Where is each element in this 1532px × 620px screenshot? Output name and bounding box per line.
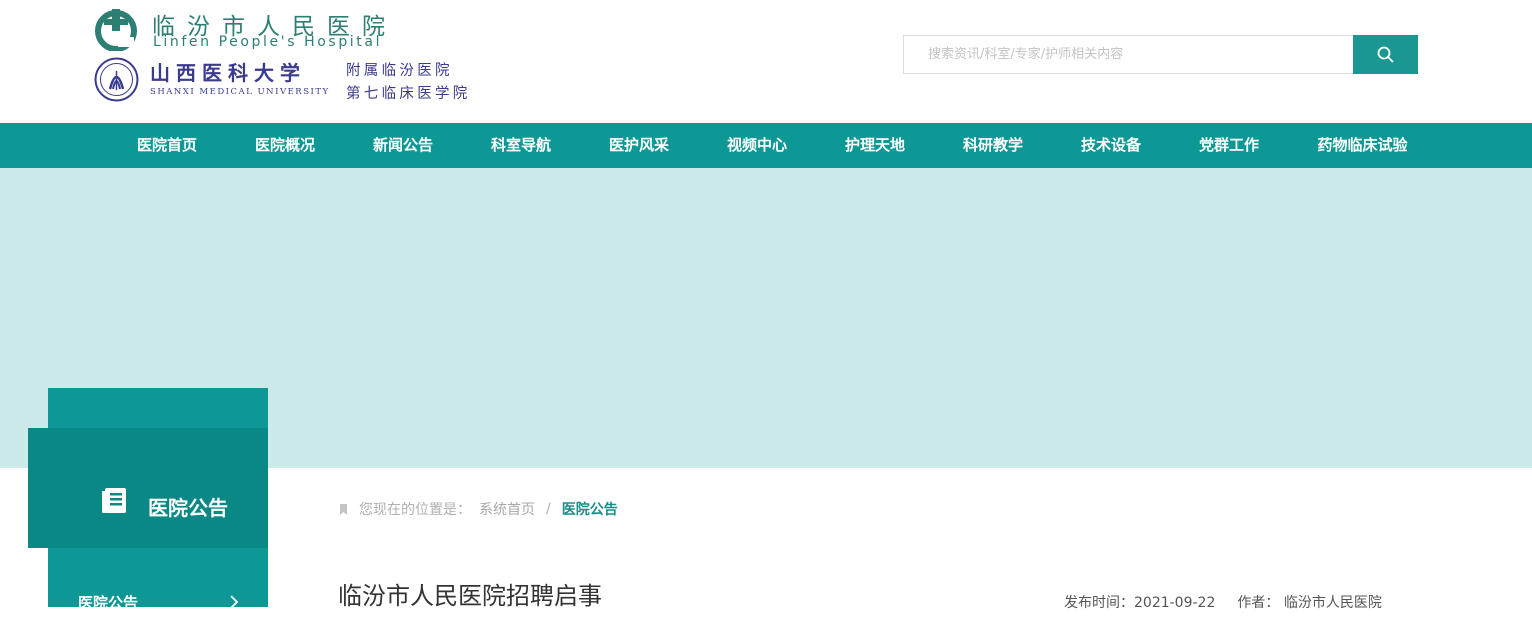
- affiliation-line-1: 附属临汾医院: [346, 63, 453, 79]
- university-seal-icon: [94, 57, 139, 102]
- chevron-right-icon: [230, 595, 239, 609]
- nav-item-news[interactable]: 新闻公告: [343, 123, 463, 168]
- site-logo[interactable]: 临汾市人民医院 Linfen People's Hospital 山西医科大学 …: [92, 5, 502, 102]
- breadcrumb: 您现在的位置是： 系统首页 / 医院公告: [340, 498, 618, 520]
- nav-item-departments[interactable]: 科室导航: [461, 123, 581, 168]
- affiliation-line-2: 第七临床医学院: [346, 86, 471, 102]
- article-title: 临汾市人民医院招聘启事: [338, 582, 602, 610]
- nav-item-home[interactable]: 医院首页: [107, 123, 227, 168]
- nav-item-party[interactable]: 党群工作: [1169, 123, 1289, 168]
- nav-item-video[interactable]: 视频中心: [697, 123, 817, 168]
- search-input[interactable]: [903, 35, 1354, 74]
- document-icon: [102, 488, 126, 513]
- main-nav: 医院首页 医院概况 新闻公告 科室导航 医护风采 视频中心 护理天地 科研教学 …: [0, 123, 1532, 168]
- university-name-en: SHANXI MEDICAL UNIVERSITY: [150, 87, 330, 97]
- sidebar-title-block: 医院公告: [28, 428, 268, 548]
- nav-item-overview[interactable]: 医院概况: [225, 123, 345, 168]
- search-icon: [1377, 46, 1394, 63]
- nav-item-equipment[interactable]: 技术设备: [1051, 123, 1171, 168]
- article-meta: 发布时间：2021-09-22 作者： 临汾市人民医院: [1064, 592, 1404, 612]
- breadcrumb-home-link[interactable]: 系统首页: [479, 499, 535, 519]
- sidebar-title: 医院公告: [148, 496, 228, 520]
- breadcrumb-prefix: 您现在的位置是：: [359, 502, 471, 518]
- article-author: 作者： 临汾市人民医院: [1237, 595, 1382, 611]
- breadcrumb-current[interactable]: 医院公告: [562, 499, 618, 519]
- nav-item-clinical-trials[interactable]: 药物临床试验: [1300, 123, 1425, 168]
- bookmark-icon: [340, 503, 347, 515]
- site-header: 临汾市人民医院 Linfen People's Hospital 山西医科大学 …: [0, 0, 1532, 123]
- hospital-emblem-icon: [95, 9, 137, 51]
- university-name-cn: 山西医科大学: [150, 61, 306, 85]
- nav-item-research[interactable]: 科研教学: [933, 123, 1053, 168]
- nav-item-staff[interactable]: 医护风采: [579, 123, 699, 168]
- breadcrumb-separator: /: [546, 501, 551, 517]
- nav-item-nursing[interactable]: 护理天地: [815, 123, 935, 168]
- hospital-name-en: Linfen People's Hospital: [153, 34, 383, 50]
- sidebar-item-announcements[interactable]: 医院公告: [48, 580, 268, 620]
- hospital-logo: 临汾市人民医院 Linfen People's Hospital: [92, 5, 502, 51]
- publish-date: 发布时间：2021-09-22: [1064, 595, 1216, 611]
- university-logo: 山西医科大学 SHANXI MEDICAL UNIVERSITY 附属临汾医院 …: [92, 57, 502, 105]
- search-button[interactable]: [1353, 35, 1418, 74]
- sidebar-item-label: 医院公告: [78, 594, 139, 612]
